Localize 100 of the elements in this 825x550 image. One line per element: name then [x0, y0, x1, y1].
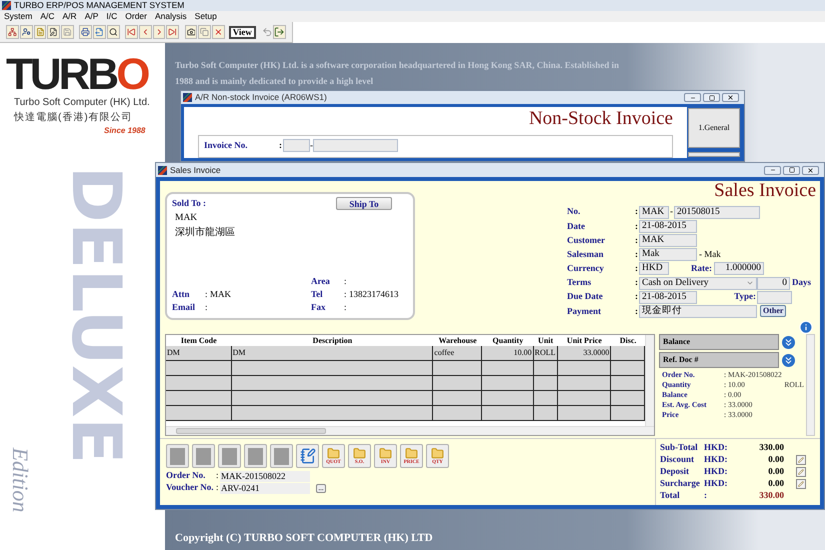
view-button[interactable]: View — [228, 26, 256, 38]
menu-item[interactable]: A/P — [84, 12, 98, 21]
print-icon[interactable] — [79, 25, 92, 39]
folder-icon — [431, 446, 444, 460]
currency-label: HKD: — [704, 441, 728, 454]
info-icon[interactable] — [798, 320, 814, 334]
maximize-button[interactable] — [783, 166, 800, 174]
camera-icon[interactable] — [184, 25, 198, 39]
notebook-button[interactable] — [296, 444, 319, 468]
section-header[interactable]: Balance — [659, 334, 779, 350]
number-field[interactable] — [313, 139, 398, 152]
column-header: Item Code — [180, 335, 218, 346]
maximize-button[interactable] — [703, 93, 720, 102]
blank-button[interactable] — [244, 444, 267, 468]
reference-field[interactable]: MAK-201508022 — [220, 470, 310, 482]
salesman-name: - Mak — [699, 248, 721, 261]
days-field[interactable]: 0 — [757, 276, 790, 290]
table-cell: DM — [166, 346, 232, 360]
folder-icon — [353, 446, 366, 460]
rate-field[interactable]: 1.000000 — [714, 262, 764, 276]
next-record-icon[interactable] — [152, 25, 166, 39]
menu-item[interactable]: Order — [125, 12, 147, 21]
close-button[interactable] — [802, 166, 819, 174]
menu-item[interactable]: System — [4, 12, 32, 21]
table-cell: ROLL — [534, 346, 558, 360]
days-label: Days — [792, 276, 812, 290]
export-icon[interactable] — [93, 25, 106, 39]
field-label: Invoice No. — [204, 139, 248, 152]
other-button[interactable]: Other — [760, 305, 786, 318]
network-icon[interactable] — [6, 25, 19, 39]
expand-icon[interactable] — [782, 354, 795, 366]
exit-icon[interactable] — [273, 25, 286, 39]
menu-item[interactable]: I/C — [106, 12, 118, 21]
text-field[interactable]: 21-08-2015 — [639, 220, 697, 233]
blank-button[interactable] — [270, 444, 293, 468]
payment-field[interactable]: 現金即付 — [639, 304, 757, 318]
notebook-icon — [300, 448, 316, 464]
column-header: Disc. — [618, 335, 638, 346]
type-field[interactable] — [757, 290, 792, 304]
colon: : — [635, 276, 639, 290]
delete-icon[interactable] — [212, 25, 225, 39]
contact-label: Fax — [311, 300, 326, 314]
terms-dropdown[interactable]: Cash on Delivery — [639, 276, 757, 290]
user-icon[interactable] — [20, 25, 32, 39]
general-tab-button[interactable]: 1.General — [688, 108, 740, 148]
vertical-scrollbar[interactable] — [806, 334, 815, 436]
total-label: Discount — [660, 453, 696, 466]
edit-button[interactable] — [796, 467, 806, 477]
total-value: 0.00 — [767, 465, 784, 478]
edit-document-icon[interactable] — [47, 25, 60, 39]
close-button[interactable] — [722, 93, 739, 102]
vertical-scrollbar[interactable] — [645, 335, 654, 426]
menu-item[interactable]: Setup — [194, 12, 217, 21]
dash-text: - — [669, 205, 674, 218]
close-icon — [727, 94, 734, 101]
since-text: Since 1988 — [104, 125, 146, 137]
blank-button[interactable] — [166, 444, 189, 468]
field-label: Terms — [567, 276, 592, 290]
contact-label: Attn — [172, 288, 190, 301]
horizontal-scrollbar[interactable] — [166, 426, 654, 435]
text-field[interactable]: MAK — [639, 234, 697, 247]
field-label: Date — [567, 220, 586, 233]
menu-item[interactable]: A/C — [40, 12, 55, 21]
prefix-field[interactable]: MAK — [639, 206, 669, 219]
previous-record-icon[interactable] — [138, 25, 152, 39]
app-logo-icon — [183, 93, 192, 102]
text-field[interactable]: Mak — [639, 248, 697, 262]
expand-icon[interactable] — [782, 336, 795, 348]
edit-button[interactable] — [796, 455, 806, 465]
section-header[interactable]: Ref. Doc # — [659, 352, 779, 368]
column-header: Unit — [537, 335, 554, 346]
number-field[interactable]: 201508015 — [674, 206, 760, 219]
date-field[interactable]: 21-08-2015 — [639, 290, 697, 304]
column-header: Unit Price — [566, 335, 603, 346]
blank-button[interactable] — [218, 444, 241, 468]
currency-label: HKD: — [704, 465, 728, 478]
folder-icon — [405, 446, 418, 460]
blank-button[interactable] — [192, 444, 215, 468]
reference-field[interactable]: ARV-0241 — [220, 482, 310, 494]
prefix-field[interactable] — [283, 139, 310, 152]
first-record-icon[interactable] — [125, 25, 138, 39]
background-text: Turbo Soft Computer (HK) Ltd. is a software corporation headquartered in Hong Kong SAR, China. Established in — [175, 59, 620, 72]
currency-field[interactable]: HKD — [639, 262, 669, 276]
sold-to-label: Sold To : — [172, 197, 206, 210]
contact-value: 13823174613 — [349, 288, 398, 301]
search-icon[interactable] — [106, 25, 120, 39]
column-header: Description — [312, 335, 354, 346]
last-record-icon[interactable] — [166, 25, 179, 39]
currency-label: : — [704, 489, 708, 502]
edit-button[interactable] — [796, 479, 806, 489]
app-logo-icon — [158, 166, 167, 174]
app-title: TURBO ERP/POS MANAGEMENT SYSTEM — [14, 1, 184, 10]
menu-item[interactable]: A/R — [62, 12, 77, 21]
table-cell: DM — [232, 346, 434, 360]
ship-to-button[interactable]: Ship To — [336, 197, 392, 210]
colon: : — [635, 290, 639, 304]
field-label: Order No. — [166, 469, 206, 482]
tab-button[interactable] — [688, 152, 740, 157]
colon: : — [635, 248, 639, 261]
menu-item[interactable]: Analysis — [155, 12, 187, 21]
